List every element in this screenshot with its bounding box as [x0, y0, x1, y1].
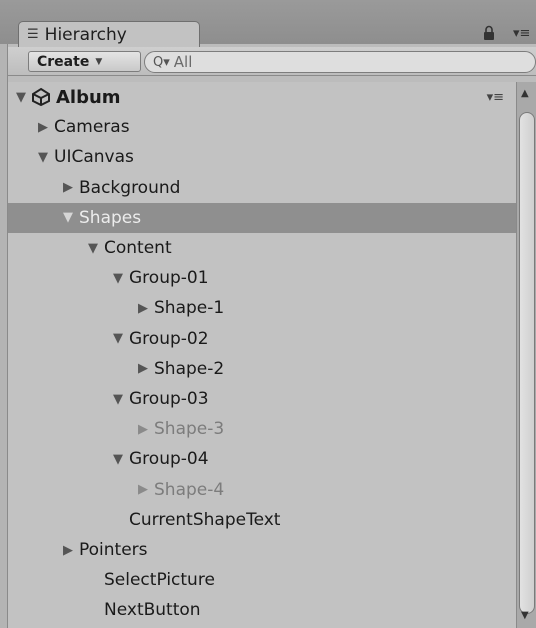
tree-item-label: Shape-1	[154, 298, 225, 319]
scene-name: Album	[56, 86, 121, 108]
scroll-down-icon[interactable]: ▼	[521, 610, 529, 621]
unity-scene-icon	[32, 87, 50, 107]
tree-item-label: Shape-2	[154, 358, 225, 379]
collapse-arrow-icon[interactable]: ▶	[59, 180, 77, 195]
tree-item-label: Group-02	[129, 328, 209, 349]
collapse-arrow-icon[interactable]: ▶	[134, 482, 152, 497]
hierarchy-tree: ▼ Album ▾≡ ▶ Cameras ▼ UICanvas ▶ Background ▼…	[8, 82, 516, 628]
tab-menu-icon[interactable]: ▾≡	[513, 27, 530, 40]
expand-arrow-icon[interactable]: ▼	[109, 392, 127, 407]
tree-item-label: CurrentShapeText	[129, 509, 281, 530]
tree-item-label: Shape-3	[154, 419, 225, 440]
tree-item[interactable]: ▶ Shape-3	[8, 414, 516, 444]
expand-arrow-icon[interactable]: ▼	[109, 452, 127, 467]
scroll-up-icon[interactable]: ▲	[521, 88, 529, 99]
panel-left-edge	[0, 44, 8, 628]
tree-item-label: UICanvas	[54, 147, 134, 168]
tree-item-label: Cameras	[54, 117, 130, 138]
tree-item-label: Shapes	[79, 207, 142, 228]
tree-item-label: Group-03	[129, 389, 209, 409]
tree-item[interactable]: ▶CurrentShapeText	[8, 505, 516, 535]
tree-item[interactable]: ▼ Group-01	[8, 263, 516, 293]
collapse-arrow-icon[interactable]: ▶	[134, 361, 152, 376]
search-icon[interactable]: Q▾	[153, 56, 170, 69]
tree-item-label: NextButton	[104, 600, 201, 621]
search-input[interactable]	[173, 53, 494, 71]
expand-arrow-icon[interactable]: ▼	[59, 210, 77, 225]
tree-item-label: SelectPicture	[104, 570, 215, 591]
expand-arrow-icon[interactable]: ▼	[34, 150, 52, 165]
expand-arrow-icon[interactable]: ▼	[109, 331, 127, 346]
tree-item[interactable]: ▼ Group-03	[8, 384, 516, 414]
collapse-arrow-icon[interactable]: ▶	[134, 422, 152, 437]
tree-item[interactable]: ▶SelectPicture	[8, 565, 516, 595]
tree-item-label: Content	[104, 238, 172, 258]
scene-row-album[interactable]: ▼ Album ▾≡	[8, 82, 516, 112]
scrollbar-thumb[interactable]	[519, 112, 535, 614]
tree-item[interactable]: ▼ Content	[8, 233, 516, 263]
tree-item[interactable]: ▶ Cameras	[8, 112, 516, 142]
collapse-arrow-icon[interactable]: ▶	[134, 301, 152, 316]
vertical-scrollbar[interactable]: ▲ ▼	[516, 82, 536, 628]
chevron-down-icon: ▼	[95, 56, 103, 67]
panel-tab-bar: ☰ Hierarchy ▾≡	[0, 0, 536, 47]
hierarchy-toolbar: Create ▼ Q▾	[8, 47, 536, 76]
tree-item[interactable]: ▶ Shape-1	[8, 293, 516, 323]
scene-menu-icon[interactable]: ▾≡	[487, 90, 504, 105]
collapse-arrow-icon[interactable]: ▶	[34, 120, 52, 135]
tree-item[interactable]: ▶ Shape-4	[8, 475, 516, 505]
list-icon: ☰	[27, 27, 39, 42]
create-button-label: Create	[37, 53, 90, 70]
tab-label: Hierarchy	[44, 24, 127, 45]
collapse-arrow-icon[interactable]: ▶	[59, 543, 77, 558]
tree-item[interactable]: ▶ Shape-2	[8, 354, 516, 384]
tree-item-label: Background	[79, 177, 181, 198]
tree-item-label: Shape-4	[154, 479, 225, 500]
tree-item[interactable]: ▶ Background	[8, 173, 516, 203]
expand-arrow-icon[interactable]: ▼	[84, 241, 102, 256]
search-field[interactable]: Q▾	[144, 51, 536, 73]
tree-item-label: Group-01	[129, 268, 209, 289]
tree-item[interactable]: ▼ Shapes	[8, 202, 516, 233]
lock-icon[interactable]	[482, 25, 496, 41]
create-button[interactable]: Create ▼	[28, 51, 141, 72]
tree-item[interactable]: ▼ UICanvas	[8, 142, 516, 172]
tree-item-label: Pointers	[79, 540, 148, 560]
tree-item[interactable]: ▶NextButton	[8, 595, 516, 625]
tree-item[interactable]: ▶ Pointers	[8, 535, 516, 565]
expand-arrow-icon[interactable]: ▼	[109, 271, 127, 286]
tree-item[interactable]: ▼ Group-04	[8, 444, 516, 474]
tree-item-label: Group-04	[129, 449, 209, 470]
tab-hierarchy[interactable]: ☰ Hierarchy	[18, 21, 200, 47]
expand-arrow-icon[interactable]: ▼	[12, 90, 30, 105]
tree-item[interactable]: ▼ Group-02	[8, 324, 516, 354]
